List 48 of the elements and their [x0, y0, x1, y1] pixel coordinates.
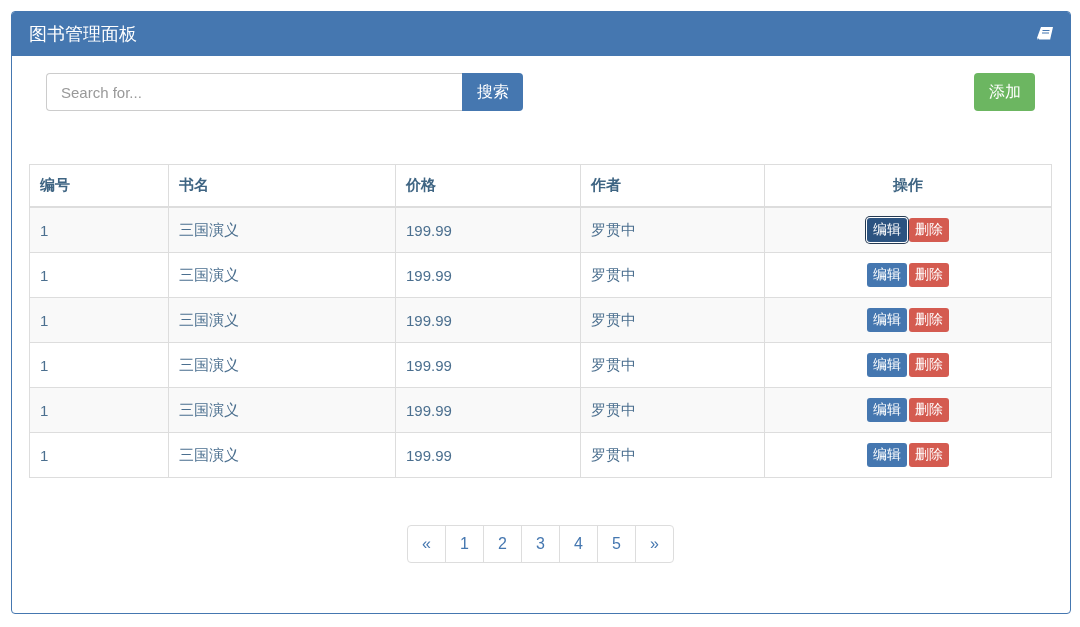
delete-button[interactable]: 删除 — [909, 218, 949, 242]
table-cell: 1 — [29, 387, 169, 433]
table-cell: 罗贯中 — [580, 387, 765, 433]
table-cell: 1 — [29, 297, 169, 343]
page-link[interactable]: 2 — [483, 526, 521, 562]
delete-button[interactable]: 删除 — [909, 443, 949, 467]
table-cell: 罗贯中 — [580, 207, 765, 253]
table-cell: 罗贯中 — [580, 297, 765, 343]
table-cell: 罗贯中 — [580, 342, 765, 388]
add-button[interactable]: 添加 — [974, 73, 1035, 111]
table-cell: 罗贯中 — [580, 252, 765, 298]
edit-button[interactable]: 编辑 — [867, 218, 907, 242]
table-cell: 1 — [29, 252, 169, 298]
edit-button[interactable]: 编辑 — [867, 443, 907, 467]
edit-button[interactable]: 编辑 — [867, 308, 907, 332]
table-cell: 1 — [29, 432, 169, 478]
page-link[interactable]: 4 — [559, 526, 597, 562]
table-cell: 199.99 — [395, 342, 581, 388]
panel-title: 图书管理面板 — [29, 23, 137, 46]
table-cell: 199.99 — [395, 207, 581, 253]
edit-button[interactable]: 编辑 — [867, 263, 907, 287]
table-cell: 三国演义 — [168, 252, 396, 298]
table-cell: 1 — [29, 342, 169, 388]
table-cell: 三国演义 — [168, 432, 396, 478]
delete-button[interactable]: 删除 — [909, 353, 949, 377]
table-cell: 三国演义 — [168, 387, 396, 433]
search-button[interactable]: 搜索 — [462, 73, 523, 111]
page-link[interactable]: 3 — [521, 526, 559, 562]
page-link[interactable]: « — [408, 526, 445, 562]
page-link[interactable]: 1 — [445, 526, 483, 562]
table-cell: 三国演义 — [168, 207, 396, 253]
book-icon — [1036, 26, 1054, 42]
delete-button[interactable]: 删除 — [909, 308, 949, 332]
table-cell: 罗贯中 — [580, 432, 765, 478]
table-cell: 199.99 — [395, 432, 581, 478]
search-field[interactable]: Search for... — [46, 73, 462, 111]
delete-button[interactable]: 删除 — [909, 263, 949, 287]
page-link[interactable]: 5 — [597, 526, 635, 562]
table-cell: 1 — [29, 207, 169, 253]
table-cell: 199.99 — [395, 252, 581, 298]
table-cell: 三国演义 — [168, 342, 396, 388]
delete-button[interactable]: 删除 — [909, 398, 949, 422]
page-link[interactable]: » — [635, 526, 673, 562]
table-cell: 三国演义 — [168, 297, 396, 343]
edit-button[interactable]: 编辑 — [867, 353, 907, 377]
table-cell: 199.99 — [395, 387, 581, 433]
table-cell: 199.99 — [395, 297, 581, 343]
edit-button[interactable]: 编辑 — [867, 398, 907, 422]
